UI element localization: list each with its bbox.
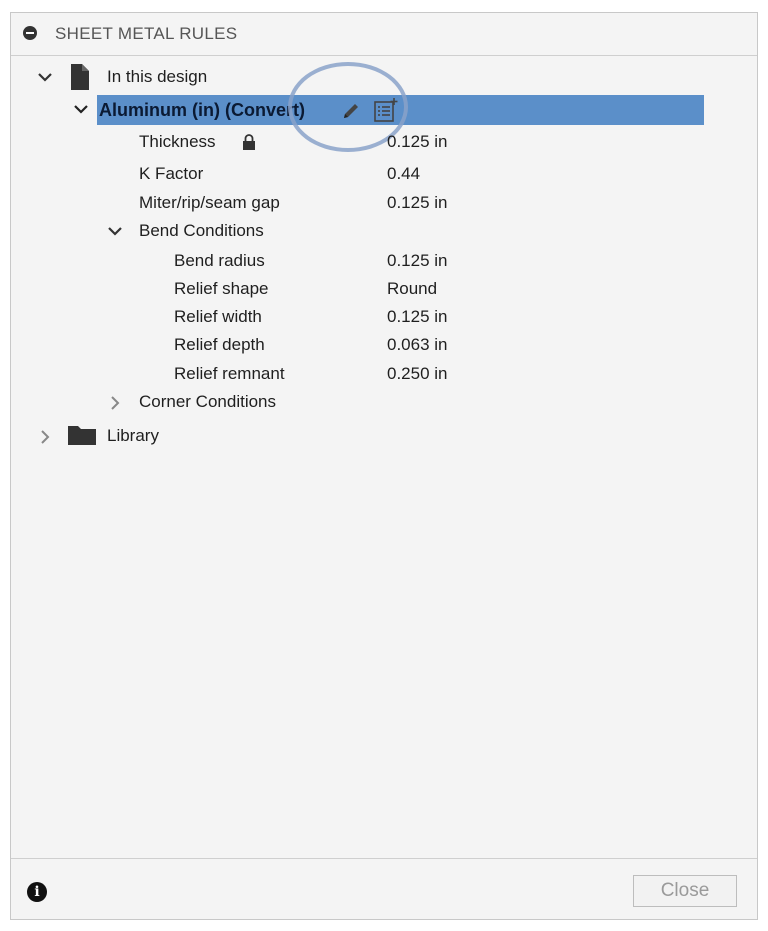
tree-item-in-this-design[interactable]: In this design (107, 64, 207, 90)
prop-label-relief-remnant: Relief remnant (174, 364, 285, 383)
chevron-down-icon[interactable] (37, 69, 53, 85)
tree-item-corner-conditions[interactable]: Corner Conditions (139, 389, 276, 415)
prop-value-relief-depth: 0.063 in (387, 335, 448, 354)
prop-value-bend-radius: 0.125 in (387, 251, 448, 270)
prop-value-relief-remnant: 0.250 in (387, 364, 448, 383)
prop-label-gap: Miter/rip/seam gap (139, 193, 280, 212)
chevron-down-icon[interactable] (107, 223, 123, 239)
rule-name-label[interactable]: Aluminum (in) (Convert) (99, 97, 305, 123)
chevron-right-icon[interactable] (107, 395, 123, 411)
tree-item-library[interactable]: Library (107, 423, 159, 449)
close-button[interactable]: Close (633, 875, 737, 907)
prop-value-k-factor: 0.44 (387, 164, 421, 183)
prop-label-relief-shape: Relief shape (174, 279, 269, 298)
prop-label-k-factor: K Factor (139, 164, 204, 183)
footer-divider (11, 858, 757, 859)
prop-label-relief-depth: Relief depth (174, 335, 265, 354)
prop-value-relief-width: 0.125 in (387, 307, 448, 326)
chevron-down-icon[interactable] (73, 101, 89, 117)
collapse-panel-icon[interactable] (23, 26, 37, 40)
prop-value-gap: 0.125 in (387, 193, 448, 212)
document-icon (69, 63, 91, 91)
info-icon[interactable]: i (27, 882, 47, 902)
prop-label-bend-radius: Bend radius (174, 251, 265, 270)
prop-label-relief-width: Relief width (174, 307, 262, 326)
prop-value-relief-shape: Round (387, 279, 438, 298)
prop-label-thickness: Thickness (139, 132, 216, 151)
panel-header: SHEET METAL RULES (11, 13, 757, 55)
tree-item-bend-conditions[interactable]: Bend Conditions (139, 218, 264, 244)
chevron-right-icon[interactable] (37, 429, 53, 445)
header-divider (11, 55, 757, 56)
sheet-metal-rules-panel: SHEET METAL RULES In this design Aluminu… (10, 12, 758, 920)
prop-value-thickness: 0.125 in (387, 132, 448, 151)
panel-title: SHEET METAL RULES (55, 24, 238, 43)
lock-icon (242, 134, 256, 150)
folder-icon (67, 424, 97, 446)
